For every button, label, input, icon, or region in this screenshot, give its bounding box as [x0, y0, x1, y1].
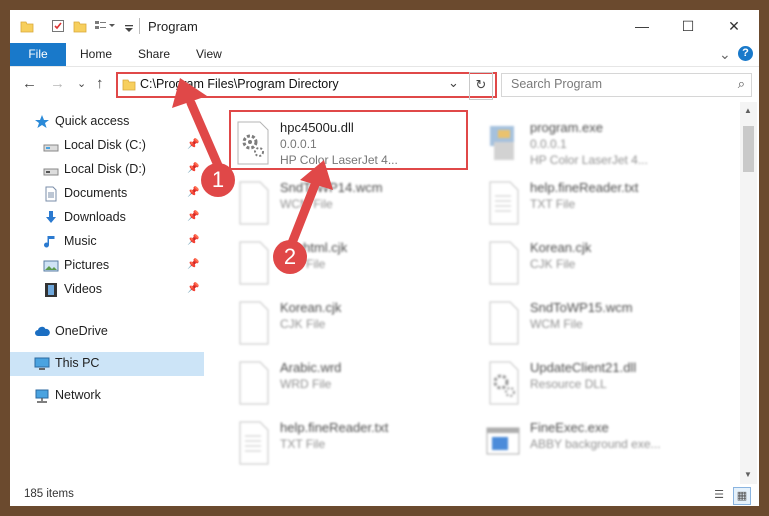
arrow-2-icon [287, 160, 333, 248]
annotation-arrows [172, 78, 333, 248]
step-1-badge: 1 [201, 163, 235, 197]
step-2-badge: 2 [273, 240, 307, 274]
arrow-1-icon [172, 78, 225, 175]
